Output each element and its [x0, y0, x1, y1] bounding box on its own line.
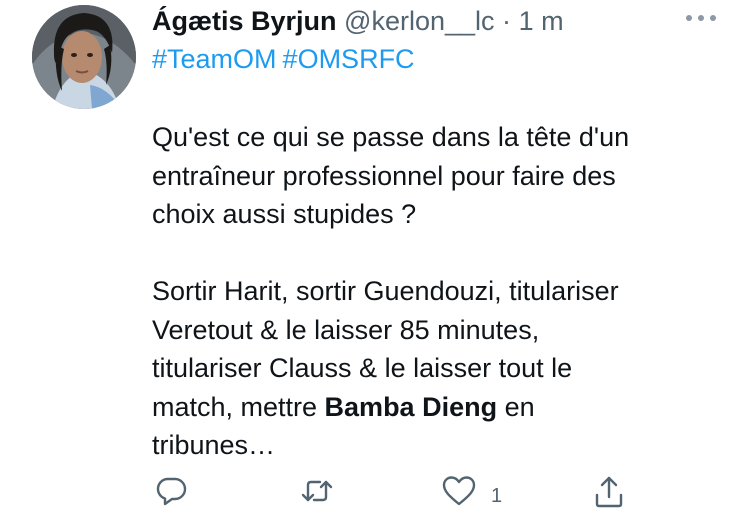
more-dots-icon	[686, 15, 716, 21]
reply-button[interactable]	[154, 474, 188, 510]
text-line: Veretout & le laisser 85 minutes,	[152, 314, 540, 345]
more-options-button[interactable]	[683, 4, 719, 32]
bold-player-name: Bamba Dieng	[324, 391, 498, 422]
like-count: 1	[491, 485, 503, 507]
separator-dot: ·	[502, 6, 512, 36]
share-button[interactable]	[592, 474, 626, 510]
text-line: match, mettre Bamba Dieng en	[152, 388, 742, 427]
text-line: Sortir Harit, sortir Guendouzi, titulari…	[152, 276, 619, 306]
hashtag-link[interactable]: #TeamOM	[152, 44, 277, 74]
text-line: tribunes…	[152, 430, 276, 460]
text-segment: en	[497, 391, 535, 422]
text-segment: match, mettre	[152, 391, 325, 422]
author-name[interactable]: Ágætis Byrjun	[152, 6, 337, 36]
retweet-button[interactable]	[300, 474, 334, 510]
author-handle[interactable]: @kerlon__lc	[344, 6, 494, 36]
tweet-actions	[0, 474, 750, 514]
text-line: entraîneur professionnel pour faire des	[152, 160, 616, 191]
avatar[interactable]	[32, 5, 136, 109]
heart-icon	[442, 476, 476, 506]
hashtag-link[interactable]: #OMSRFC	[283, 44, 415, 74]
tweet-text: Qu'est ce qui se passe dans la tête d'un…	[152, 118, 742, 465]
like-button[interactable]	[441, 474, 477, 510]
hashtag-line: #TeamOM #OMSRFC	[152, 41, 421, 77]
retweet-icon	[301, 480, 333, 502]
share-icon	[595, 476, 623, 508]
text-line: titulariser Clauss & le laisser tout le	[152, 353, 573, 383]
reply-icon	[156, 477, 187, 506]
text-line: Qu'est ce qui se passe dans la tête d'un	[152, 122, 630, 152]
paragraph-break	[152, 234, 742, 273]
text-line: choix aussi stupides ?	[152, 199, 417, 229]
timestamp[interactable]: 1 m	[519, 6, 564, 36]
tweet-header: Ágætis Byrjun @kerlon__lc · 1 m	[152, 3, 564, 39]
